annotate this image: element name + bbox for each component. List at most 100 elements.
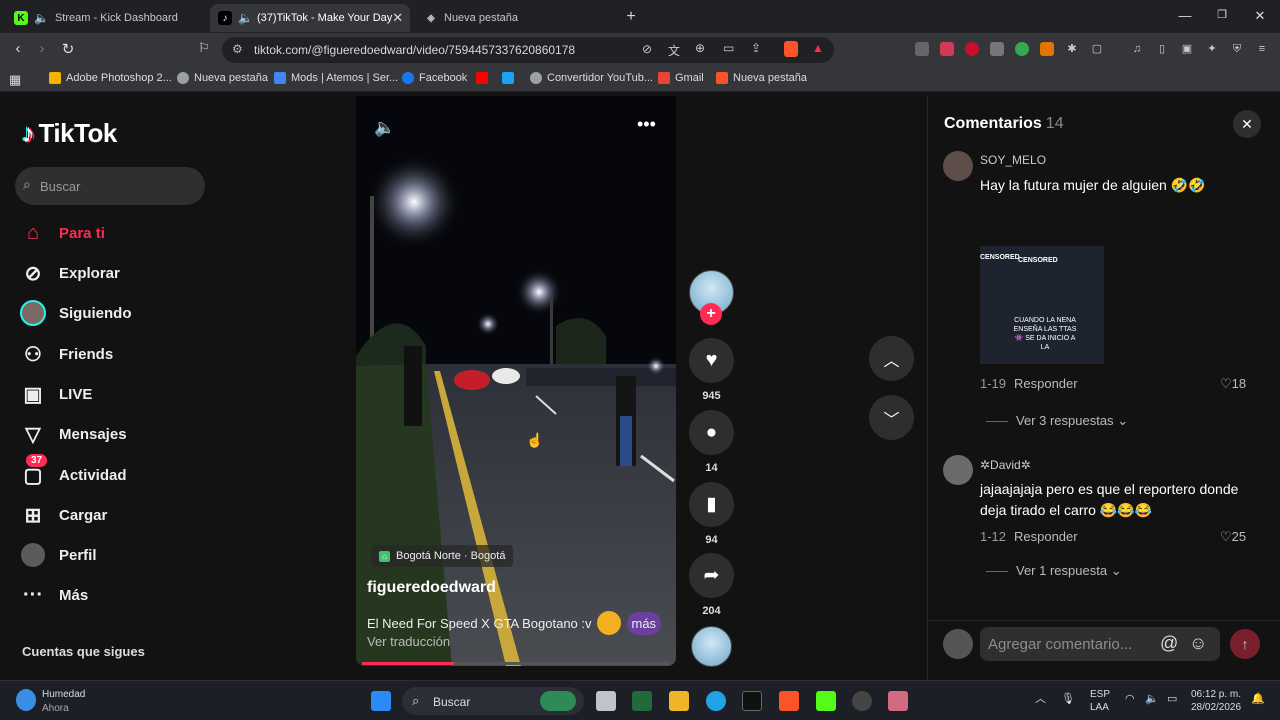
tab-tiktok[interactable]: ♪ 🔈 (37)TikTok - Make Your Day ✕ bbox=[210, 4, 410, 32]
tab-kick-dashboard[interactable]: K 🔈 Stream - Kick Dashboard bbox=[6, 4, 206, 32]
video-player[interactable]: 🔈 ••• ☝ ⌂ Bogotá Norte · Bogotá figuered… bbox=[356, 96, 676, 666]
like-button[interactable]: ♥ bbox=[689, 338, 734, 383]
leo-ai-icon[interactable]: ✦ bbox=[1205, 42, 1219, 56]
brave-rewards-icon[interactable]: ▲ bbox=[812, 41, 824, 55]
back-icon[interactable]: ‹ bbox=[8, 40, 28, 57]
follow-button[interactable]: + bbox=[700, 303, 722, 325]
bookmark-item[interactable] bbox=[502, 72, 519, 84]
url-text[interactable]: tiktok.com/@figueredoedward/video/759445… bbox=[254, 43, 575, 57]
file-explorer-icon[interactable] bbox=[669, 691, 689, 711]
obs-icon[interactable] bbox=[852, 691, 872, 711]
comment-like-button[interactable]: ♡25 bbox=[1220, 529, 1246, 545]
capcut-icon[interactable] bbox=[742, 691, 762, 711]
sidebar-item-cargar[interactable]: ⊞ Cargar bbox=[20, 499, 220, 531]
tiktok-logo[interactable]: ♪ TikTok bbox=[22, 118, 117, 149]
vpn-icon[interactable]: ⛨ bbox=[1230, 42, 1244, 56]
more-caption-button[interactable]: más bbox=[626, 611, 662, 635]
task-view-icon[interactable] bbox=[596, 691, 616, 711]
wifi-icon[interactable]: ◠ bbox=[1125, 693, 1135, 706]
reader-mode-icon[interactable]: ⊘ bbox=[642, 42, 652, 56]
bookmark-page-icon[interactable]: ⚐ bbox=[194, 40, 214, 56]
comment-avatar[interactable] bbox=[943, 151, 973, 181]
battery-icon[interactable]: ▭ bbox=[1167, 693, 1177, 706]
minimize-button[interactable]: — bbox=[1175, 8, 1195, 23]
wallet-icon[interactable]: ▣ bbox=[1180, 42, 1194, 56]
puzzle-extensions-icon[interactable]: ✱ bbox=[1065, 42, 1079, 56]
reply-button[interactable]: Responder bbox=[1014, 529, 1078, 544]
comment-attached-image[interactable]: CENSORED CENSORED CUANDO LA NENA ENSEÑA … bbox=[980, 246, 1104, 364]
app-icon[interactable] bbox=[888, 691, 908, 711]
menu-icon[interactable]: ≡ bbox=[1255, 42, 1269, 56]
windows-start-icon[interactable] bbox=[371, 691, 391, 711]
extension-icon[interactable] bbox=[915, 42, 929, 56]
sidebar-item-live[interactable]: ▣ LIVE bbox=[20, 378, 220, 410]
share-button[interactable]: ➦ bbox=[689, 553, 734, 598]
microphone-icon[interactable]: 🎙 bbox=[1061, 693, 1075, 706]
save-button[interactable]: ▮ bbox=[689, 482, 734, 527]
comment-like-button[interactable]: ♡18 bbox=[1220, 376, 1246, 392]
video-author[interactable]: figueredoedward bbox=[367, 579, 496, 597]
sidebar-item-explorar[interactable]: ⊘ Explorar bbox=[20, 257, 220, 289]
extension-icon[interactable] bbox=[990, 42, 1004, 56]
search-input[interactable] bbox=[40, 167, 200, 205]
site-info-icon[interactable]: ⚙ bbox=[232, 42, 243, 56]
view-replies-button[interactable]: Ver 1 respuesta ⌄ bbox=[986, 563, 1122, 579]
edge-icon[interactable] bbox=[706, 691, 726, 711]
clock-date[interactable]: 28/02/2026 bbox=[1191, 701, 1241, 714]
extension-icon[interactable] bbox=[1015, 42, 1029, 56]
tab-search-icon[interactable]: ▢ bbox=[1090, 42, 1104, 56]
see-translation-link[interactable]: Ver traducción bbox=[367, 634, 450, 649]
sidebar-item-mensajes[interactable]: ▽ Mensajes bbox=[20, 418, 220, 450]
clock-time[interactable]: 06:12 p. m. bbox=[1191, 688, 1241, 701]
share-icon[interactable]: ⇪ bbox=[751, 41, 761, 55]
comment-button[interactable]: ● bbox=[689, 410, 734, 455]
view-replies-button[interactable]: Ver 3 respuestas ⌄ bbox=[986, 413, 1128, 429]
extension-icon[interactable] bbox=[965, 42, 979, 56]
tab-nueva-pestana[interactable]: ◈ Nueva pestaña bbox=[416, 4, 616, 32]
forward-icon[interactable]: › bbox=[32, 40, 52, 57]
language-top[interactable]: ESP bbox=[1090, 688, 1110, 701]
volume-icon[interactable]: 🔈 bbox=[1145, 693, 1159, 706]
sidebar-item-mas[interactable]: ··· Más bbox=[20, 579, 220, 611]
weather-droplet-icon[interactable] bbox=[16, 689, 36, 711]
more-options-icon[interactable]: ••• bbox=[637, 114, 656, 135]
bookmark-item[interactable]: Nueva pestaña bbox=[716, 72, 807, 84]
comment-avatar[interactable] bbox=[943, 455, 973, 485]
minecraft-icon[interactable] bbox=[632, 691, 652, 711]
bookmark-item[interactable]: Mods | Atemos | Ser... bbox=[274, 72, 398, 84]
extension-icon[interactable] bbox=[940, 42, 954, 56]
extension-icon[interactable] bbox=[1040, 42, 1054, 56]
bookmark-item[interactable]: Nueva pestaña bbox=[177, 72, 268, 84]
close-window-button[interactable]: ✕ bbox=[1250, 8, 1270, 24]
brave-browser-icon[interactable] bbox=[779, 691, 799, 711]
kick-app-icon[interactable] bbox=[816, 691, 836, 711]
sidebar-item-actividad[interactable]: ▢ 37 Actividad bbox=[20, 454, 220, 491]
emoji-icon[interactable]: ☺ bbox=[1189, 633, 1207, 654]
bookmark-item[interactable]: Gmail bbox=[658, 72, 704, 84]
previous-video-button[interactable]: ︿ bbox=[869, 336, 914, 381]
media-icon[interactable]: ♫ bbox=[1130, 42, 1144, 56]
sidebar-icon[interactable]: ▯ bbox=[1155, 42, 1169, 56]
new-tab-button[interactable]: + bbox=[621, 8, 641, 26]
bookmark-item[interactable]: Facebook bbox=[402, 72, 467, 84]
taskbar-search[interactable]: ⌕ Buscar bbox=[402, 687, 584, 715]
comment-username[interactable]: SOY_MELO bbox=[980, 153, 1046, 167]
brave-shields-icon[interactable] bbox=[784, 41, 798, 57]
notifications-icon[interactable]: 🔔 bbox=[1251, 693, 1265, 706]
send-comment-button[interactable]: ↑ bbox=[1230, 629, 1260, 659]
comment-username[interactable]: ✲David✲ bbox=[980, 458, 1031, 472]
sidebar-item-perfil[interactable]: Perfil bbox=[20, 539, 220, 571]
translate-icon[interactable]: 文 bbox=[668, 42, 680, 59]
sidebar-item-siguiendo[interactable]: Siguiendo bbox=[20, 297, 220, 329]
sound-disc[interactable] bbox=[691, 626, 732, 667]
close-tab-icon[interactable]: ✕ bbox=[392, 10, 403, 26]
location-tag[interactable]: ⌂ Bogotá Norte · Bogotá bbox=[371, 545, 514, 567]
sidebar-item-friends[interactable]: ⚇ Friends bbox=[20, 338, 220, 370]
search-box[interactable]: ⌕ bbox=[15, 167, 205, 205]
language-bottom[interactable]: LAA bbox=[1090, 701, 1109, 714]
bookmark-item[interactable]: Convertidor YouTub... bbox=[530, 72, 653, 84]
apps-grid-icon[interactable]: ▦ bbox=[9, 72, 21, 88]
zoom-icon[interactable]: ⊕ bbox=[695, 41, 705, 55]
reply-button[interactable]: Responder bbox=[1014, 376, 1078, 391]
chevron-up-icon[interactable]: ︿ bbox=[1035, 693, 1046, 706]
